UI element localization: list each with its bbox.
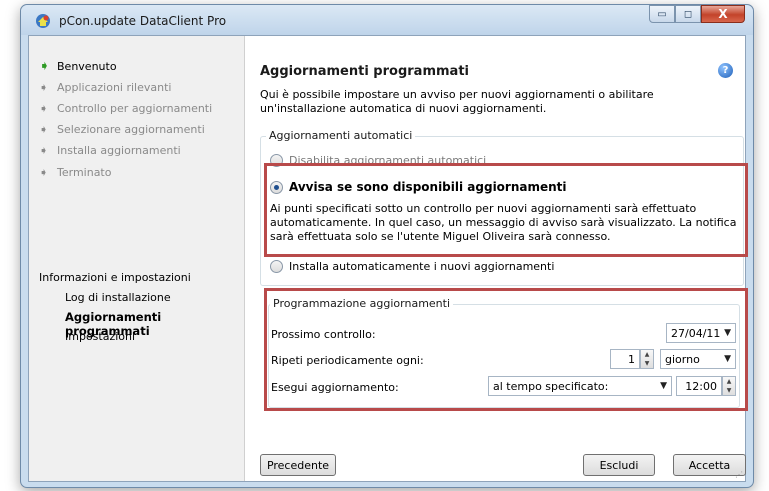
highlight-frame-schedule <box>264 288 748 411</box>
step-label: Installa aggiornamenti <box>57 143 181 157</box>
auto-updates-group-label: Aggiornamenti automatici <box>266 129 416 142</box>
window-title: pCon.update DataClient Pro <box>59 14 227 28</box>
arrow-icon: ➧ <box>39 165 49 179</box>
sidebar-link-settings[interactable]: Impostazioni <box>65 330 135 343</box>
sidebar-link-log[interactable]: Log di installazione <box>65 291 171 304</box>
arrow-icon: ➧ <box>39 101 49 115</box>
page-title: Aggiornamenti programmati <box>260 64 469 79</box>
step-label: Terminato <box>57 165 112 179</box>
sidebar-step-installa: ➧ Installa aggiornamenti <box>39 142 181 158</box>
maximize-icon: ◻ <box>683 8 693 20</box>
sidebar-step-terminato: ➧ Terminato <box>39 164 111 180</box>
highlight-frame-notify <box>264 163 748 257</box>
help-icon[interactable]: ? <box>718 63 733 78</box>
minimize-button[interactable]: ▭ <box>649 5 675 23</box>
step-label: Benvenuto <box>57 59 117 73</box>
maximize-button[interactable]: ◻ <box>675 5 701 23</box>
title-bar[interactable]: pCon.update DataClient Pro ▭ ◻ X <box>21 5 753 35</box>
sidebar-step-selezionare: ➧ Selezionare aggiornamenti <box>39 121 205 137</box>
sidebar-step-benvenuto: ➧ Benvenuto <box>39 58 117 74</box>
sidebar-step-controllo: ➧ Controllo per aggiornamenti <box>39 100 212 116</box>
client-area: ➧ Benvenuto ➧ Applicazioni rilevanti ➧ C… <box>28 35 748 482</box>
sidebar-step-applicazioni: ➧ Applicazioni rilevanti <box>39 79 171 95</box>
back-button[interactable]: Precedente <box>260 454 336 476</box>
app-logo-icon <box>36 14 50 28</box>
step-label: Applicazioni rilevanti <box>57 80 172 94</box>
radio-auto-install[interactable]: Installa automaticamente i nuovi aggiorn… <box>270 260 554 273</box>
main-panel: Aggiornamenti programmati ? Qui è possib… <box>246 36 748 481</box>
radio-icon <box>270 260 283 273</box>
arrow-icon: ➧ <box>39 122 49 136</box>
app-window: pCon.update DataClient Pro ▭ ◻ X ➧ Benve… <box>20 4 754 488</box>
radio-label: Installa automaticamente i nuovi aggiorn… <box>289 260 555 273</box>
info-settings-header: Informazioni e impostazioni <box>39 271 191 284</box>
green-arrow-icon: ➧ <box>39 58 50 74</box>
sidebar: ➧ Benvenuto ➧ Applicazioni rilevanti ➧ C… <box>29 36 245 481</box>
step-label: Selezionare aggiornamenti <box>57 122 205 136</box>
close-button[interactable]: X <box>701 5 745 23</box>
page-description: Qui è possibile impostare un avviso per … <box>260 88 654 115</box>
skip-button[interactable]: Escludi <box>583 454 655 476</box>
arrow-icon: ➧ <box>39 80 49 94</box>
arrow-icon: ➧ <box>39 143 49 157</box>
minimize-icon: ▭ <box>657 8 667 20</box>
step-label: Controllo per aggiornamenti <box>57 101 213 115</box>
close-icon: X <box>718 7 728 21</box>
resize-grip-icon[interactable]: ⋰ <box>735 470 743 479</box>
